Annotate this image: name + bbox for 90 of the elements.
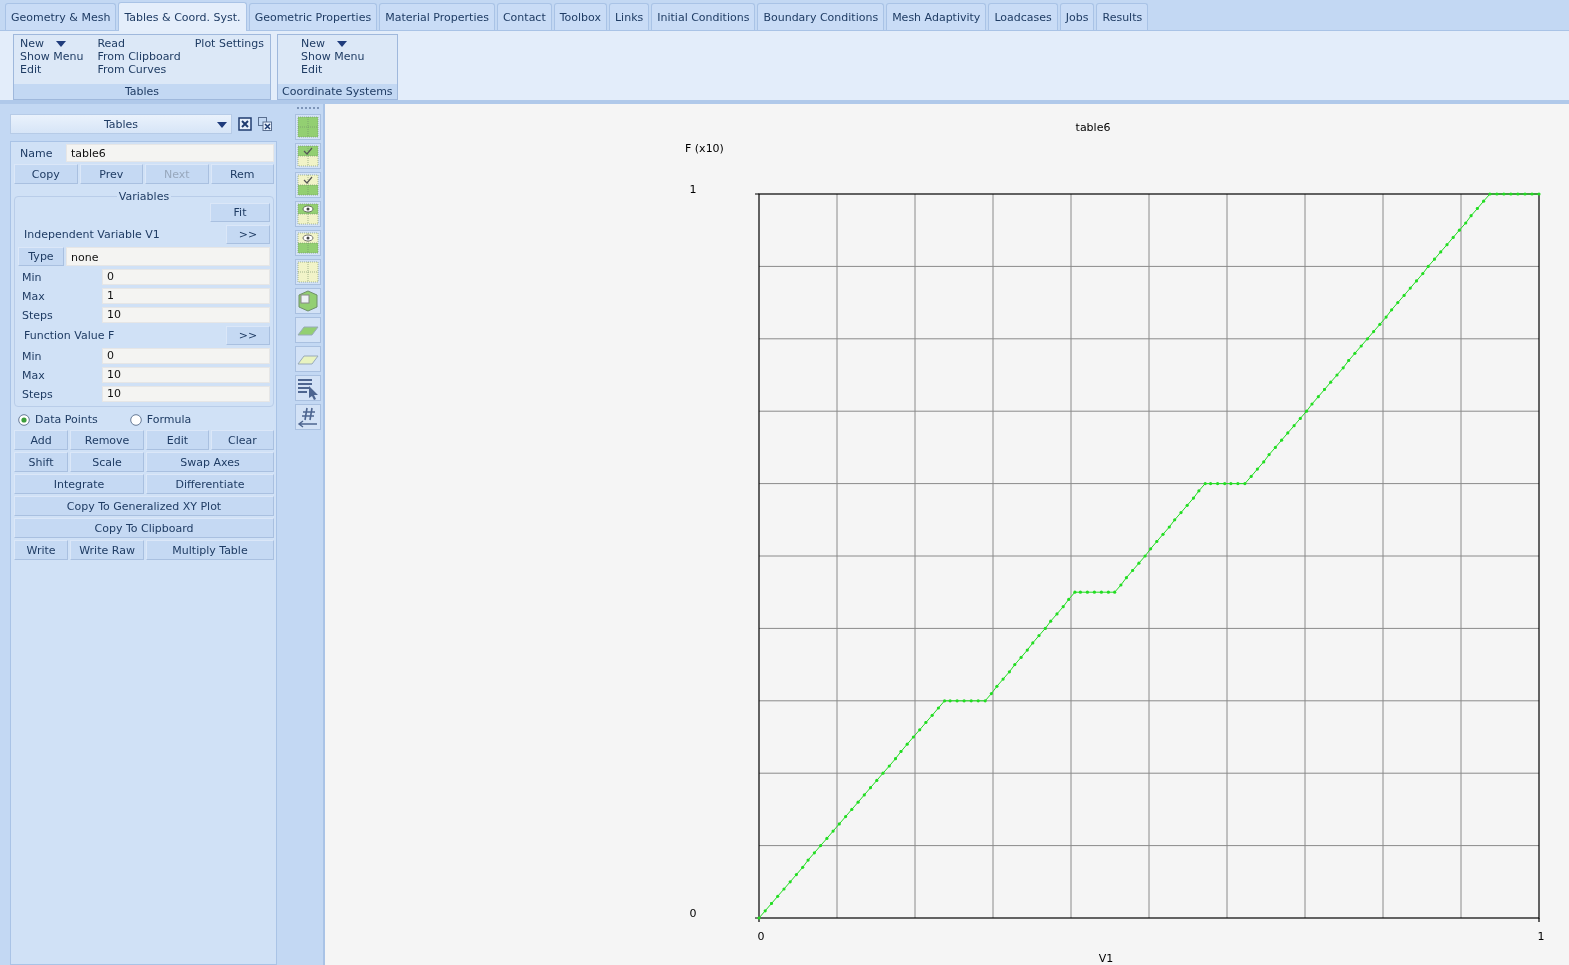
tab[interactable]: Contact [496,3,552,30]
name-field[interactable]: table6 [66,144,274,162]
list-cursor-icon[interactable] [294,375,321,401]
field-label: Min [21,270,43,284]
input-field[interactable]: 10 [102,386,270,402]
action-button[interactable]: Write [14,540,69,560]
ribbon-item[interactable]: Edit [301,63,365,76]
action-button[interactable]: Add [14,430,69,450]
tab[interactable]: Links [609,3,650,30]
fit-button[interactable]: Fit [210,203,270,222]
tab[interactable]: Jobs [1059,3,1095,30]
eye-grid-icon[interactable] [294,230,321,256]
tick-label: 0 [689,907,697,920]
ribbon-group-title: Coordinate Systems [278,84,397,99]
grid-icon[interactable] [294,114,321,140]
tab[interactable]: Geometry & Mesh [5,3,117,30]
tab[interactable]: Results [1096,3,1149,30]
field-label: Name [19,146,54,160]
ribbon-item[interactable]: Plot Settings [194,37,265,50]
expand-button[interactable]: >> [226,225,270,244]
caret-icon [337,40,348,47]
ribbon-item[interactable]: Read [97,37,181,50]
action-button[interactable]: Swap Axes [146,452,274,472]
action-button[interactable]: Clear [211,430,274,450]
action-button[interactable]: Differentiate [146,474,274,494]
ribbon-group-title: Tables [14,84,271,99]
action-button[interactable]: Integrate [14,474,144,494]
ribbon-item[interactable]: Show Menu [301,50,365,63]
input-field[interactable]: 1 [102,288,270,304]
tab[interactable]: Toolbox [553,3,607,30]
tick-label: 1 [1537,930,1545,943]
check-grid-icon[interactable] [294,172,321,198]
ribbon-item[interactable]: Edit [20,63,84,76]
expand-button[interactable]: >> [226,326,270,345]
plane-icon[interactable] [294,317,321,343]
close-all-icon[interactable] [258,117,272,131]
input-field[interactable]: 10 [102,307,270,323]
table-selector[interactable]: Tables [10,114,232,134]
tab[interactable]: Loadcases [988,3,1058,30]
hash-icon[interactable] [294,404,321,430]
eye-grid-icon[interactable] [294,201,321,227]
ribbon-item[interactable]: From Curves [97,63,181,76]
action-button[interactable]: Edit [146,430,209,450]
field-label: Max [21,368,46,382]
action-button[interactable]: Copy To Clipboard [14,518,274,538]
radio-button[interactable]: Formula [129,413,192,426]
caret-icon [217,122,227,128]
action-button[interactable]: Shift [14,452,69,472]
nav-button[interactable]: Prev [79,164,143,184]
chart-title: table6 [1075,121,1111,134]
input-field[interactable]: 0 [102,348,270,364]
tick-label: 0 [757,930,765,943]
grid-icon[interactable] [294,259,321,285]
group-title: Variables [117,190,171,203]
field-label: Min [21,349,43,363]
cube-icon[interactable] [294,288,321,314]
check-grid-icon[interactable] [294,143,321,169]
action-button[interactable]: Write Raw [70,540,144,560]
radio-button[interactable]: Data Points [18,413,98,426]
grip-handle[interactable] [296,107,319,109]
nav-button[interactable]: Copy [14,164,78,184]
action-button[interactable]: Copy To Generalized XY Plot [14,496,274,516]
tab[interactable]: Material Properties [379,3,495,30]
action-button[interactable]: Multiply Table [146,540,274,560]
tick-label: 1 [689,183,697,196]
tab[interactable]: Boundary Conditions [757,3,885,30]
action-button[interactable]: Remove [70,430,144,450]
action-button[interactable]: Scale [70,452,144,472]
close-icon[interactable] [238,117,252,131]
field-label: Steps [21,387,54,401]
tab[interactable]: Initial Conditions [651,3,756,30]
tab[interactable]: Geometric Properties [248,3,378,30]
type-field[interactable]: none [66,247,270,266]
section-label: Function Value F [23,329,115,342]
axis-label: V1 [1098,952,1114,965]
ribbon-item[interactable]: New [301,37,365,50]
type-button[interactable]: Type [18,247,64,266]
ribbon-item[interactable]: New [20,37,84,50]
nav-button[interactable]: Rem [210,164,274,184]
input-field[interactable]: 10 [102,367,270,383]
field-label: Steps [21,308,54,322]
section-label: Independent Variable V1 [23,228,160,241]
axis-label: F (x10) [685,142,724,155]
ribbon-item[interactable]: Show Menu [20,50,84,63]
input-field[interactable]: 0 [102,269,270,285]
ribbon-item[interactable]: From Clipboard [97,50,181,63]
caret-icon [56,40,66,47]
tab[interactable]: Tables & Coord. Syst. [118,2,247,31]
field-label: Max [21,289,46,303]
tab[interactable]: Mesh Adaptivity [886,3,987,30]
